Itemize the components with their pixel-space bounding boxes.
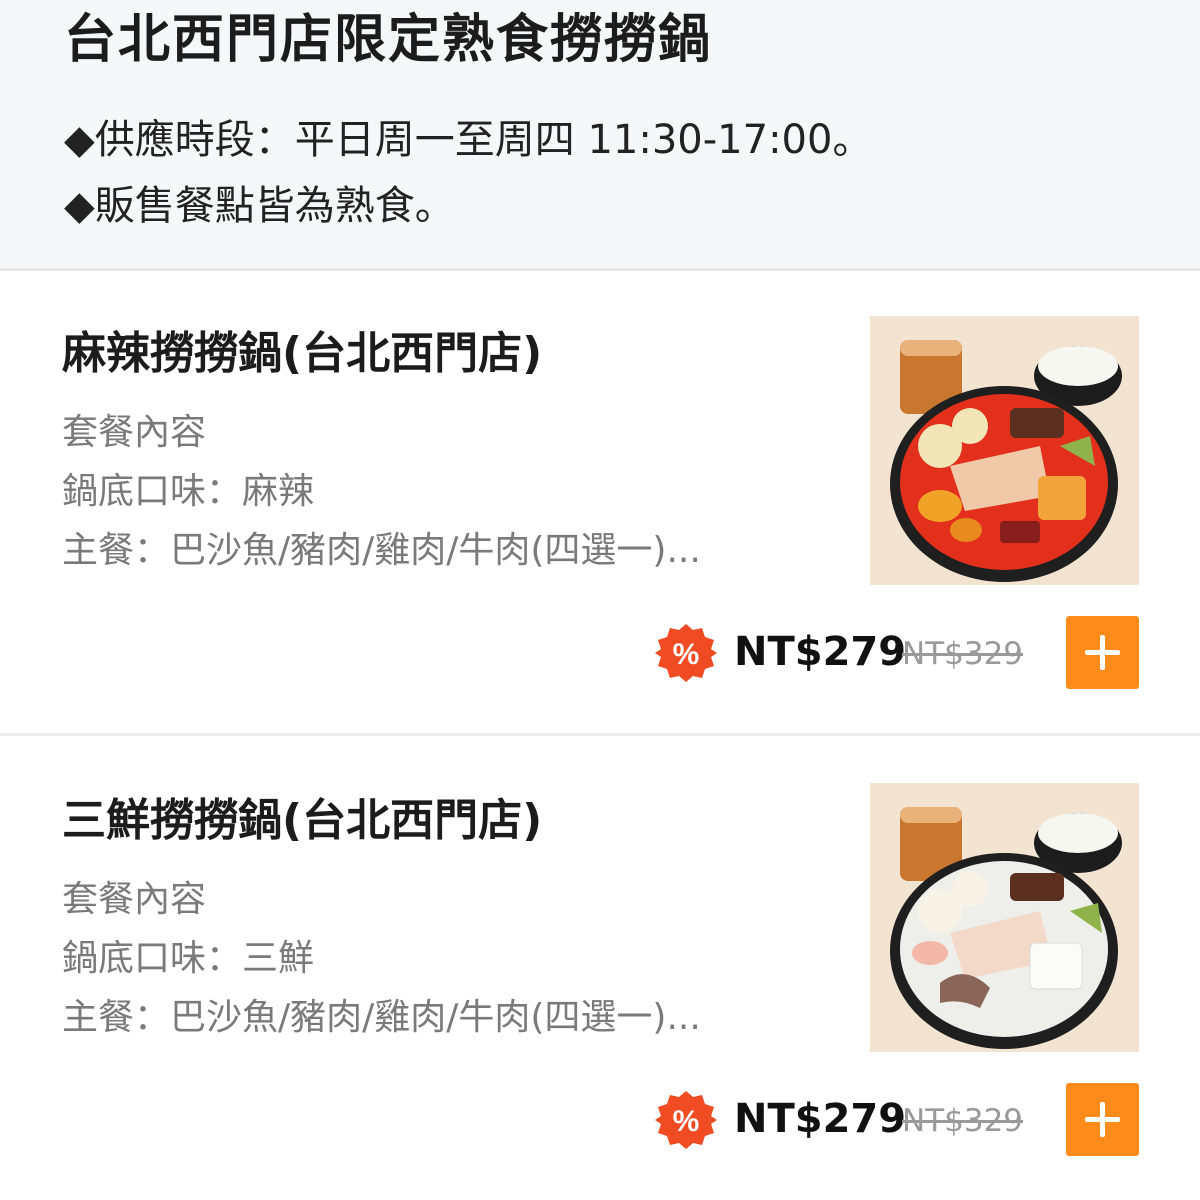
section-title: 台北西門店限定熟食撈撈鍋: [64, 10, 713, 70]
discount-badge-symbol: %: [673, 638, 700, 671]
discount-badge-symbol: %: [673, 1105, 700, 1138]
discount-badge-icon: %: [655, 622, 717, 684]
spicy-hotpot-meal-photo: [870, 316, 1139, 585]
section-header: 台北西門店限定熟食撈撈鍋 ◆供應時段：平日周一至周四 11:30-17:00。 …: [0, 0, 1200, 271]
item-description-line: 套餐內容: [62, 879, 207, 920]
notice-cooked-food: ◆販售餐點皆為熟食。: [64, 183, 455, 229]
add-to-cart-button[interactable]: [1066, 1083, 1139, 1156]
item-name: 三鮮撈撈鍋(台北西門店): [62, 795, 543, 846]
item-divider: [0, 733, 1200, 736]
item-description-line: 套餐內容: [62, 412, 207, 453]
item-name: 麻辣撈撈鍋(台北西門店): [62, 328, 543, 379]
item-price: NT$279: [734, 629, 907, 675]
item-description-line: 鍋底口味：三鮮: [62, 938, 315, 979]
item-price: NT$279: [734, 1096, 907, 1142]
item-original-price: NT$329: [902, 636, 1024, 672]
item-description-line: 鍋底口味：麻辣: [62, 471, 315, 512]
item-description-line: 主餐：巴沙魚/豬肉/雞肉/牛肉(四選一)...: [62, 997, 701, 1038]
notice-serving-hours: ◆供應時段：平日周一至周四 11:30-17:00。: [64, 117, 873, 163]
discount-badge-icon: %: [655, 1089, 717, 1151]
item-original-price: NT$329: [902, 1103, 1024, 1139]
add-to-cart-button[interactable]: [1066, 616, 1139, 689]
seafood-hotpot-meal-photo: [870, 783, 1139, 1052]
item-description-line: 主餐：巴沙魚/豬肉/雞肉/牛肉(四選一)...: [62, 530, 701, 571]
